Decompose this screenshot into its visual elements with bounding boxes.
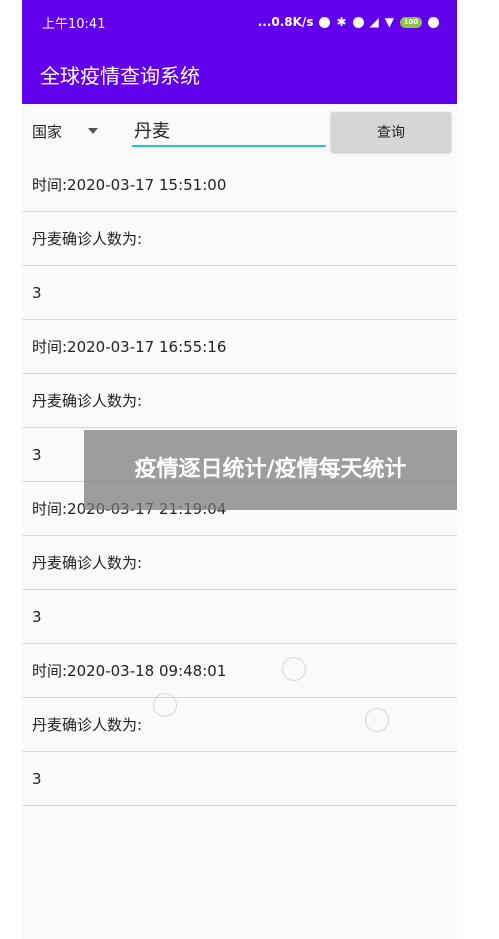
query-button[interactable]: 查询	[331, 112, 451, 152]
battery-icon: 100	[400, 16, 422, 28]
list-item: 3	[22, 752, 457, 806]
notification-icon	[428, 16, 439, 28]
app-bar: 全球疫情查询系统	[22, 44, 457, 104]
network-speed: ...0.8K/s	[257, 15, 314, 29]
overlay-text: 疫情逐日统计/疫情每天统计	[134, 457, 407, 482]
signal-icon: ◢	[369, 15, 379, 29]
list-item: 丹麦确诊人数为:	[22, 698, 457, 752]
list-item: 丹麦确诊人数为:	[22, 536, 457, 590]
list-item: 3	[22, 590, 457, 644]
list-item: 时间:2020-03-17 16:55:16	[22, 320, 457, 374]
dropdown-arrow-icon	[88, 128, 99, 134]
touch-ghost-icon	[153, 693, 177, 717]
status-icons: ...0.8K/s ✱ ◢ ▼ 100	[258, 15, 439, 29]
country-input[interactable]	[132, 115, 326, 147]
watermark-overlay: 疫情逐日统计/疫情每天统计	[84, 430, 457, 510]
list-item: 丹麦确诊人数为:	[22, 374, 457, 428]
touch-ghost-icon	[365, 708, 389, 732]
country-spinner[interactable]: 国家	[32, 121, 130, 142]
wifi-icon: ▼	[384, 15, 394, 29]
phone-screen: 上午10:41 ...0.8K/s ✱ ◢ ▼ 100 全球疫情查询系统 国家 …	[22, 0, 457, 939]
touch-ghost-icon	[282, 657, 306, 681]
list-item: 时间:2020-03-18 09:48:01	[22, 644, 457, 698]
list-item: 3	[22, 266, 457, 320]
bluetooth-icon: ✱	[336, 15, 347, 29]
app-title: 全球疫情查询系统	[40, 63, 200, 88]
list-item: 时间:2020-03-17 15:51:00	[22, 158, 457, 212]
status-time: 上午10:41	[42, 16, 106, 32]
spinner-label: 国家	[32, 122, 63, 141]
status-bar: 上午10:41 ...0.8K/s ✱ ◢ ▼ 100	[22, 0, 457, 44]
data-saver-icon	[319, 16, 331, 28]
query-row: 国家 查询	[22, 104, 457, 158]
list-item: 丹麦确诊人数为:	[22, 212, 457, 266]
alarm-icon	[352, 16, 364, 28]
